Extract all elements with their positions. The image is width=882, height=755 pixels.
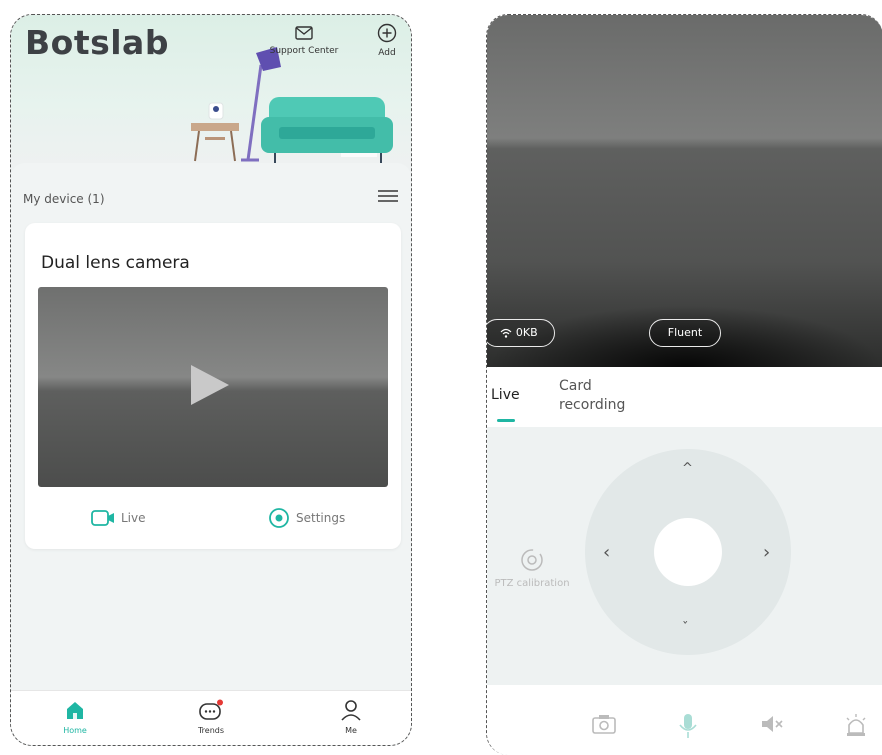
live-button-label: Live <box>121 510 146 525</box>
home-icon <box>67 702 83 719</box>
live-button[interactable]: Live <box>91 507 146 527</box>
alarm-siren-icon <box>846 714 866 736</box>
settings-icon <box>269 508 289 528</box>
list-menu-icon[interactable] <box>378 187 398 205</box>
camera-icon <box>592 715 616 734</box>
live-view-screen: 0KB Fluent Live Card recording PTZ calib… <box>486 14 882 755</box>
settings-button-label: Settings <box>296 511 346 525</box>
nav-trends[interactable]: Trends <box>181 699 241 735</box>
add-device-button[interactable]: Add <box>369 23 405 58</box>
calibration-icon <box>521 549 543 571</box>
network-speed-value: 0KB <box>515 326 538 339</box>
wifi-icon <box>500 328 512 338</box>
support-center-label: Support Center <box>269 46 339 56</box>
video-camera-icon <box>91 509 114 526</box>
nav-me-label: Me <box>345 726 357 735</box>
chat-icon <box>199 699 223 720</box>
settings-button[interactable]: Settings <box>268 507 345 529</box>
support-center-button[interactable]: Support Center <box>259 25 349 56</box>
play-icon[interactable] <box>191 365 229 405</box>
living-room-illustration <box>191 47 393 163</box>
video-quality-button[interactable]: Fluent <box>649 319 721 347</box>
alarm-button[interactable] <box>841 713 871 743</box>
mic-icon <box>679 714 697 738</box>
camera-name: Dual lens camera <box>41 253 190 273</box>
my-device-section-label: My device (1) <box>23 192 105 206</box>
ptz-up-arrow-icon[interactable]: ^ <box>682 461 693 476</box>
app-brand-title: Botslab <box>25 23 169 62</box>
plus-circle-icon <box>377 23 397 43</box>
active-tab-indicator <box>497 419 515 422</box>
ptz-right-arrow-icon[interactable]: › <box>763 542 770 563</box>
snapshot-button[interactable] <box>589 713 619 743</box>
mute-icon <box>762 716 783 732</box>
nav-trends-label: Trends <box>197 726 225 735</box>
ptz-calibration-button[interactable]: PTZ calibration <box>487 545 577 589</box>
ptz-center-button[interactable] <box>654 518 722 586</box>
talk-button[interactable] <box>673 713 703 743</box>
ptz-left-arrow-icon[interactable]: ‹ <box>603 542 610 563</box>
network-speed-indicator: 0KB <box>487 319 555 347</box>
add-label: Add <box>378 48 396 58</box>
home-screen: Botslab Support Center Add My device (1)… <box>10 14 412 746</box>
nav-home-label: Home <box>63 726 87 735</box>
ptz-down-arrow-icon[interactable]: ˇ <box>682 621 689 636</box>
view-tabs <box>487 367 882 427</box>
nav-me[interactable]: Me <box>321 699 381 735</box>
tab-live[interactable]: Live <box>491 387 520 403</box>
mail-icon <box>295 26 313 40</box>
user-icon <box>341 700 361 721</box>
notification-badge-icon <box>217 699 223 706</box>
mute-button[interactable] <box>757 713 787 743</box>
tab-card-recording[interactable]: Card recording <box>559 377 625 415</box>
ptz-calibration-label: PTZ calibration <box>494 578 570 589</box>
nav-home[interactable]: Home <box>45 699 105 735</box>
